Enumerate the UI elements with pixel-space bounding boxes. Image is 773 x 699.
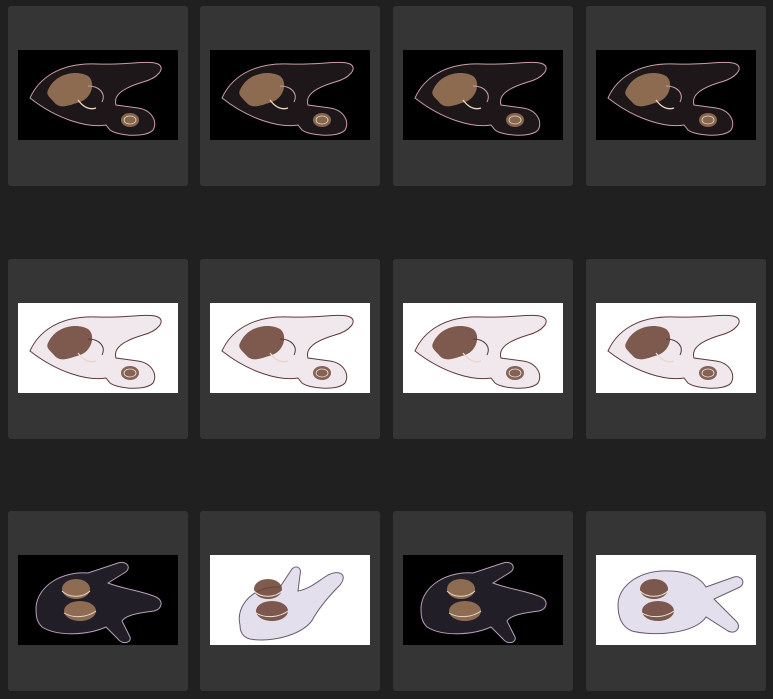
gallery-card[interactable]: [200, 511, 380, 691]
thumbnail-image[interactable]: [403, 303, 563, 393]
gallery-card[interactable]: [393, 259, 573, 439]
thumbnail-image[interactable]: [403, 555, 563, 645]
gallery-card[interactable]: [8, 511, 188, 691]
gallery-card[interactable]: [200, 6, 380, 186]
image-gallery: [0, 0, 773, 699]
thumbnail-image[interactable]: [210, 555, 370, 645]
gallery-card[interactable]: [586, 259, 766, 439]
thumbnail-image[interactable]: [18, 555, 178, 645]
thumbnail-image[interactable]: [596, 50, 756, 140]
thumbnail-image[interactable]: [596, 555, 756, 645]
gallery-card[interactable]: [8, 6, 188, 186]
thumbnail-image[interactable]: [596, 303, 756, 393]
thumbnail-image[interactable]: [210, 303, 370, 393]
gallery-card[interactable]: [200, 259, 380, 439]
gallery-card[interactable]: [586, 511, 766, 691]
thumbnail-image[interactable]: [18, 50, 178, 140]
gallery-card[interactable]: [393, 6, 573, 186]
thumbnail-image[interactable]: [403, 50, 563, 140]
thumbnail-image[interactable]: [210, 50, 370, 140]
gallery-card[interactable]: [8, 259, 188, 439]
gallery-card[interactable]: [393, 511, 573, 691]
gallery-card[interactable]: [586, 6, 766, 186]
thumbnail-image[interactable]: [18, 303, 178, 393]
